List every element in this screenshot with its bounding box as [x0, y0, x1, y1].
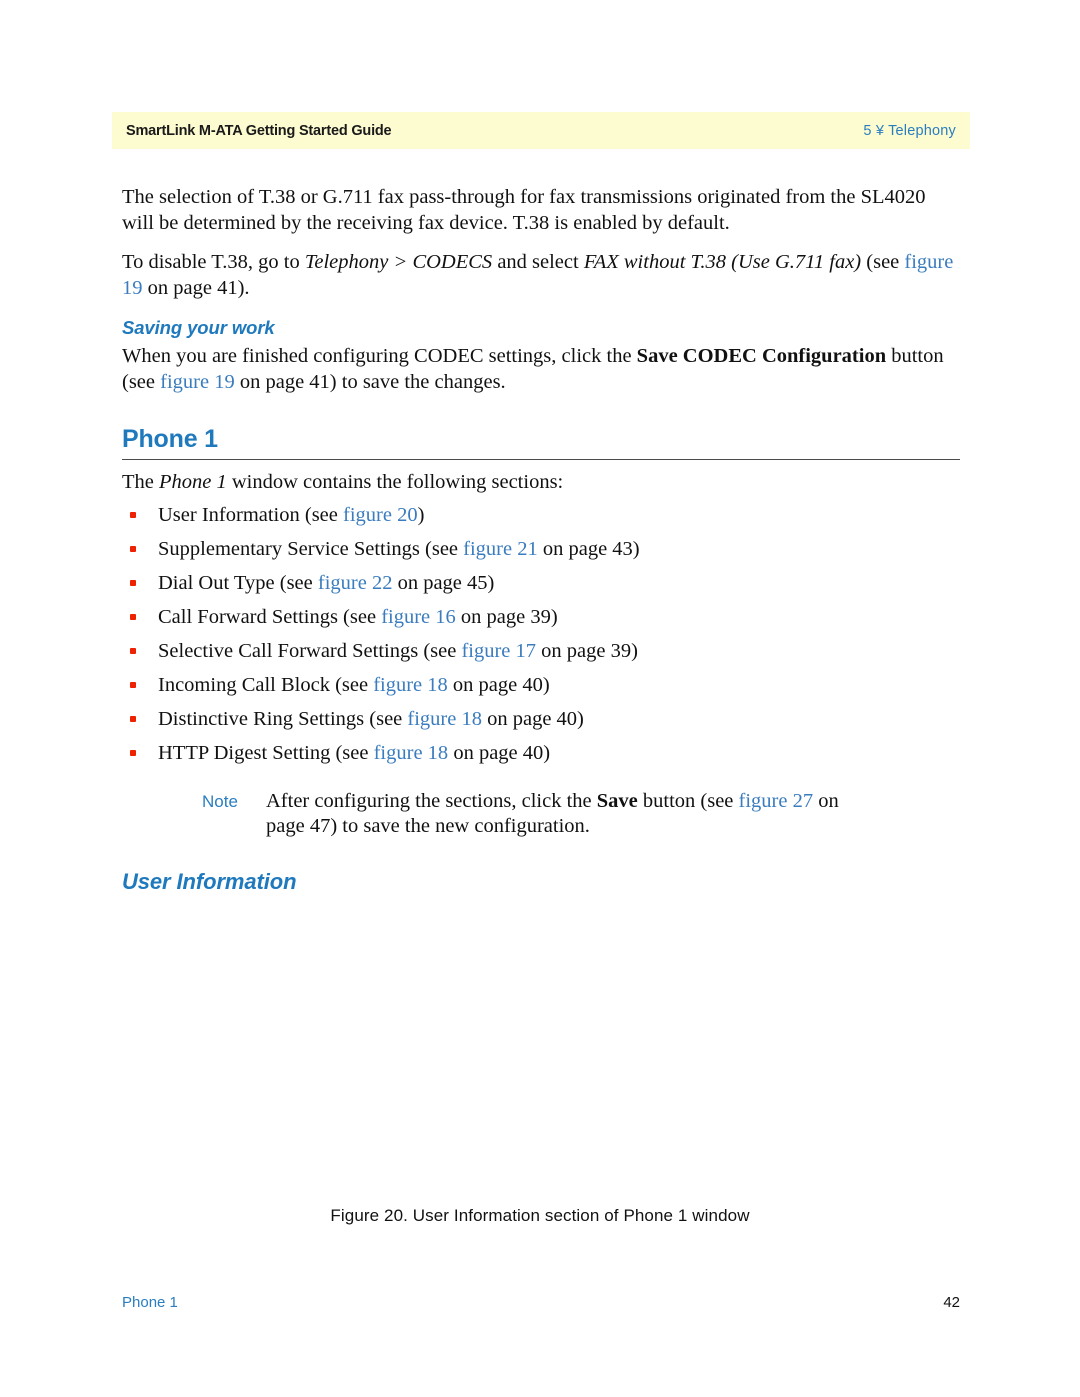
header-chapter-label: 5 ¥ Telephony [863, 122, 956, 139]
running-footer: Phone 1 42 [122, 1294, 960, 1311]
section-divider [122, 459, 960, 460]
list-item-text-tail: ) [417, 504, 425, 526]
bullet-icon [130, 716, 136, 722]
heading-saving-your-work: Saving your work [122, 317, 275, 338]
disable-t38-tail: on page 41). [142, 277, 250, 299]
document-page: SmartLink M-ATA Getting Started Guide 5 … [0, 0, 1080, 1397]
disable-t38-see: (see [861, 251, 905, 273]
saving-tail: on page 41) to save the changes. [234, 371, 506, 393]
list-item-text: Incoming Call Block (see [158, 674, 374, 696]
paragraph-phone-1-intro: The Phone 1 window contains the followin… [122, 469, 960, 495]
list-item-text: Supplementary Service Settings (see [158, 538, 464, 560]
running-header-inner: SmartLink M-ATA Getting Started Guide 5 … [112, 112, 970, 149]
list-item-text-tail: on page 40) [481, 708, 584, 730]
link-figure-19-b[interactable]: figure 19 [160, 371, 235, 393]
paragraph-fax-selection: The selection of T.38 or G.711 fax pass-… [122, 184, 960, 236]
save-button-name: Save [596, 790, 638, 812]
list-item-text-tail: on page 40) [448, 742, 551, 764]
note-lead: After configuring the sections, click th… [266, 790, 597, 812]
list-item-text: Selective Call Forward Settings (see [158, 640, 462, 662]
note-label: Note [202, 792, 238, 811]
list-item-text: Distinctive Ring Settings (see [158, 708, 408, 730]
saving-lead: When you are finished configuring CODEC … [122, 345, 637, 367]
phone-intro-lead: The [122, 471, 159, 493]
figure-20-caption: Figure 20. User Information section of P… [330, 1206, 750, 1225]
list-item: Dial Out Type (see figure 22 on page 45) [122, 571, 960, 595]
list-item: HTTP Digest Setting (see figure 18 on pa… [122, 741, 960, 765]
paragraph-disable-t38: To disable T.38, go to Telephony > CODEC… [122, 249, 960, 301]
paragraph-saving-your-work: When you are finished configuring CODEC … [122, 343, 960, 395]
list-item-text-tail: on page 43) [537, 538, 640, 560]
paragraph-fax-selection-text: The selection of T.38 or G.711 fax pass-… [122, 186, 926, 234]
running-header: SmartLink M-ATA Getting Started Guide 5 … [112, 112, 970, 149]
bullet-icon [130, 512, 136, 518]
list-item-link[interactable]: figure 21 [463, 538, 538, 560]
list-item-link[interactable]: figure 18 [374, 742, 449, 764]
save-codec-configuration-button-name: Save CODEC Configuration [636, 345, 887, 367]
note-block: Note After configuring the sections, cli… [202, 789, 960, 839]
bullet-icon [130, 648, 136, 654]
phone-intro-window-name: Phone 1 [159, 471, 227, 493]
bullet-icon [130, 682, 136, 688]
bullet-icon [130, 614, 136, 620]
list-item: Distinctive Ring Settings (see figure 18… [122, 707, 960, 731]
note-mid: button (see [637, 790, 739, 812]
disable-t38-lead: To disable T.38, go to [122, 251, 305, 273]
list-item-link[interactable]: figure 17 [461, 640, 536, 662]
list-item-link[interactable]: figure 18 [407, 708, 482, 730]
list-item-text-tail: on page 40) [447, 674, 550, 696]
list-item-text: User Information (see [158, 504, 344, 526]
list-item-text: HTTP Digest Setting (see [158, 742, 374, 764]
list-item-text: Dial Out Type (see [158, 572, 318, 594]
footer-page-number: 42 [943, 1294, 960, 1311]
list-item-link[interactable]: figure 22 [318, 572, 393, 594]
list-item-text-tail: on page 45) [392, 572, 495, 594]
note-body: After configuring the sections, click th… [266, 789, 866, 839]
list-item-link[interactable]: figure 20 [343, 504, 418, 526]
page-content: The selection of T.38 or G.711 fax pass-… [122, 184, 960, 899]
footer-section-label: Phone 1 [122, 1294, 178, 1311]
list-item: Call Forward Settings (see figure 16 on … [122, 605, 960, 629]
list-item-text-tail: on page 39) [455, 606, 558, 628]
disable-t38-mid: and select [492, 251, 584, 273]
list-item: Supplementary Service Settings (see figu… [122, 537, 960, 561]
list-item-link[interactable]: figure 16 [381, 606, 456, 628]
phone-1-sections-list: User Information (see figure 20) Supplem… [122, 503, 960, 765]
header-document-title: SmartLink M-ATA Getting Started Guide [126, 122, 392, 139]
disable-t38-path: Telephony > CODECS [304, 251, 493, 273]
bullet-icon [130, 750, 136, 756]
list-item-text: Call Forward Settings (see [158, 606, 382, 628]
link-figure-27[interactable]: figure 27 [739, 790, 814, 812]
list-item: User Information (see figure 20) [122, 503, 960, 527]
phone-intro-tail: window contains the following sections: [226, 471, 564, 493]
bullet-icon [130, 580, 136, 586]
bullet-icon [130, 546, 136, 552]
disable-t38-option: FAX without T.38 (Use G.711 fax) [583, 251, 862, 273]
heading-phone-1: Phone 1 [122, 425, 218, 453]
list-item-text-tail: on page 39) [536, 640, 638, 662]
list-item: Selective Call Forward Settings (see fig… [122, 639, 960, 663]
list-item-link[interactable]: figure 18 [373, 674, 448, 696]
figure-20-image [122, 880, 960, 1180]
list-item: Incoming Call Block (see figure 18 on pa… [122, 673, 960, 697]
